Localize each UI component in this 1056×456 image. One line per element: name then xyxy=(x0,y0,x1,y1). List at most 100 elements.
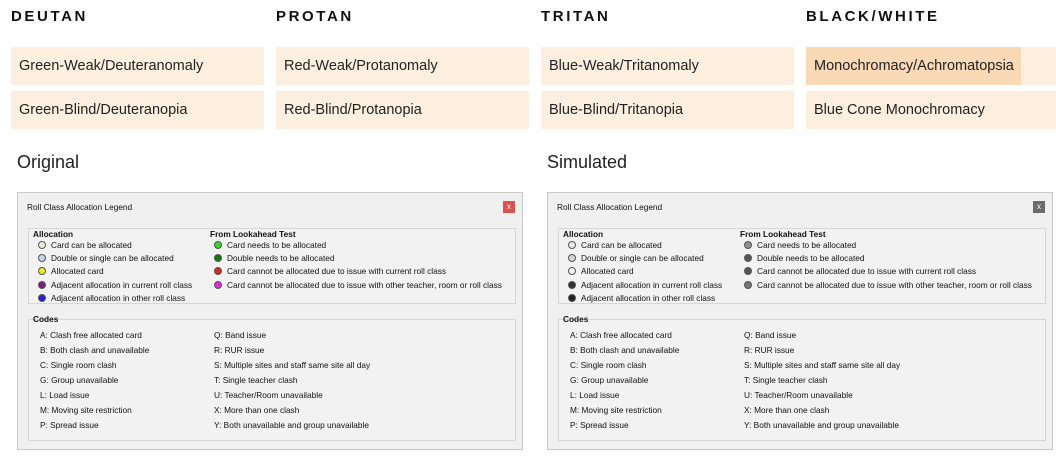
allocation-item: Adjacent allocation in current roll clas… xyxy=(38,280,192,290)
code-item: L: Load issue xyxy=(570,390,620,400)
option-blue-weak-button[interactable]: Blue-Weak/Tritanomaly xyxy=(541,47,794,85)
status-dot-icon xyxy=(214,254,222,262)
code-item: A: Clash free allocated card xyxy=(570,330,672,340)
lookahead-item-label: Card needs to be allocated xyxy=(227,240,327,250)
code-item: Y: Both unavailable and group unavailabl… xyxy=(744,420,899,430)
legend-titlebar: Roll Class Allocation Legend x xyxy=(18,193,522,218)
option-blue-cone-button[interactable]: Blue Cone Monochromacy xyxy=(806,91,1056,129)
status-dot-icon xyxy=(568,294,576,302)
legend-title: Roll Class Allocation Legend xyxy=(27,202,133,212)
status-dot-icon xyxy=(38,241,46,249)
lookahead-item-label: Card cannot be allocated due to issue wi… xyxy=(227,280,502,290)
lookahead-header: From Lookahead Test xyxy=(210,229,296,239)
allocation-item: Allocated card xyxy=(568,266,634,276)
lookahead-item-label: Card needs to be allocated xyxy=(757,240,857,250)
status-dot-icon xyxy=(214,267,222,275)
allocation-item-label: Adjacent allocation in other roll class xyxy=(51,293,186,303)
status-dot-icon xyxy=(568,254,576,262)
lookahead-item-label: Double needs to be allocated xyxy=(227,253,335,263)
code-item: S: Multiple sites and staff same site al… xyxy=(744,360,901,370)
allocation-item: Card can be allocated xyxy=(568,240,662,250)
code-item: P: Spread issue xyxy=(40,420,99,430)
lookahead-item-label: Card cannot be allocated due to issue wi… xyxy=(757,280,1032,290)
option-green-weak-button[interactable]: Green-Weak/Deuteranomaly xyxy=(11,47,264,85)
allocation-item-label: Allocated card xyxy=(581,266,634,276)
legend-title: Roll Class Allocation Legend xyxy=(557,202,663,212)
lookahead-header: From Lookahead Test xyxy=(740,229,826,239)
close-icon[interactable]: x xyxy=(1033,201,1045,213)
option-blue-blind-button[interactable]: Blue-Blind/Tritanopia xyxy=(541,91,794,129)
code-item: A: Clash free allocated card xyxy=(40,330,142,340)
allocation-item: Double or single can be allocated xyxy=(568,253,704,263)
heading-deutan: DEUTAN xyxy=(11,8,88,25)
code-item: Q: Band issue xyxy=(744,330,797,340)
codes-header: Codes xyxy=(33,314,59,324)
code-item: T: Single teacher clash xyxy=(214,375,298,385)
heading-black-white: BLACK/WHITE xyxy=(806,8,940,25)
original-legend-window: Roll Class Allocation Legend x Allocatio… xyxy=(17,192,523,450)
allocation-item: Adjacent allocation in other roll class xyxy=(38,293,185,303)
code-item: P: Spread issue xyxy=(570,420,629,430)
status-dot-icon xyxy=(744,241,752,249)
allocation-item-label: Double or single can be allocated xyxy=(581,253,704,263)
lookahead-item: Card cannot be allocated due to issue wi… xyxy=(744,266,976,276)
allocation-item-label: Adjacent allocation in current roll clas… xyxy=(51,280,193,290)
code-item: C: Single room clash xyxy=(570,360,647,370)
code-item: U: Teacher/Room unavailable xyxy=(744,390,853,400)
code-item: G: Group unavailable xyxy=(40,375,119,385)
code-item: T: Single teacher clash xyxy=(744,375,828,385)
lookahead-item: Card needs to be allocated xyxy=(214,240,326,250)
code-item: S: Multiple sites and staff same site al… xyxy=(214,360,371,370)
status-dot-icon xyxy=(214,241,222,249)
codes-header: Codes xyxy=(563,314,589,324)
option-monochromacy-button[interactable]: Monochromacy/Achromatopsia xyxy=(806,47,1056,85)
status-dot-icon xyxy=(214,281,222,289)
lookahead-item: Card cannot be allocated due to issue wi… xyxy=(744,280,1032,290)
code-item: B: Both clash and unavailable xyxy=(40,345,150,355)
option-green-blind-button[interactable]: Green-Blind/Deuteranopia xyxy=(11,91,264,129)
allocation-item: Adjacent allocation in other roll class xyxy=(568,293,715,303)
status-dot-icon xyxy=(38,281,46,289)
status-dot-icon xyxy=(38,267,46,275)
code-item: Q: Band issue xyxy=(214,330,267,340)
option-red-blind-button[interactable]: Red-Blind/Protanopia xyxy=(276,91,529,129)
code-item: L: Load issue xyxy=(40,390,90,400)
legend-titlebar: Roll Class Allocation Legend x xyxy=(548,193,1052,218)
allocation-item-label: Card can be allocated xyxy=(581,240,662,250)
original-label: Original xyxy=(17,152,80,172)
allocation-item-label: Adjacent allocation in current roll clas… xyxy=(581,280,723,290)
code-item: X: More than one clash xyxy=(744,405,830,415)
code-item: R: RUR issue xyxy=(744,345,795,355)
code-item: C: Single room clash xyxy=(40,360,117,370)
allocation-item-label: Card can be allocated xyxy=(51,240,132,250)
simulated-label: Simulated xyxy=(547,152,628,172)
allocation-item-label: Allocated card xyxy=(51,266,104,276)
lookahead-item-label: Card cannot be allocated due to issue wi… xyxy=(757,266,977,276)
status-dot-icon xyxy=(568,267,576,275)
code-item: M: Moving site restriction xyxy=(40,405,132,415)
status-dot-icon xyxy=(568,281,576,289)
status-dot-icon xyxy=(744,267,752,275)
option-red-weak-button[interactable]: Red-Weak/Protanomaly xyxy=(276,47,529,85)
close-icon[interactable]: x xyxy=(503,201,515,213)
code-item: Y: Both unavailable and group unavailabl… xyxy=(214,420,369,430)
heading-protan: PROTAN xyxy=(276,8,354,25)
allocation-item: Adjacent allocation in current roll clas… xyxy=(568,280,722,290)
status-dot-icon xyxy=(744,254,752,262)
allocation-item: Card can be allocated xyxy=(38,240,132,250)
code-item: R: RUR issue xyxy=(214,345,265,355)
lookahead-item: Card needs to be allocated xyxy=(744,240,856,250)
status-dot-icon xyxy=(568,241,576,249)
allocation-item: Allocated card xyxy=(38,266,104,276)
allocation-item: Double or single can be allocated xyxy=(38,253,174,263)
allocation-item-label: Double or single can be allocated xyxy=(51,253,174,263)
code-item: X: More than one clash xyxy=(214,405,300,415)
lookahead-item: Double needs to be allocated xyxy=(214,253,334,263)
code-item: M: Moving site restriction xyxy=(570,405,662,415)
status-dot-icon xyxy=(744,281,752,289)
code-item: U: Teacher/Room unavailable xyxy=(214,390,323,400)
lookahead-item: Card cannot be allocated due to issue wi… xyxy=(214,266,446,276)
lookahead-item: Double needs to be allocated xyxy=(744,253,864,263)
allocation-header: Allocation xyxy=(563,229,604,239)
lookahead-item: Card cannot be allocated due to issue wi… xyxy=(214,280,502,290)
